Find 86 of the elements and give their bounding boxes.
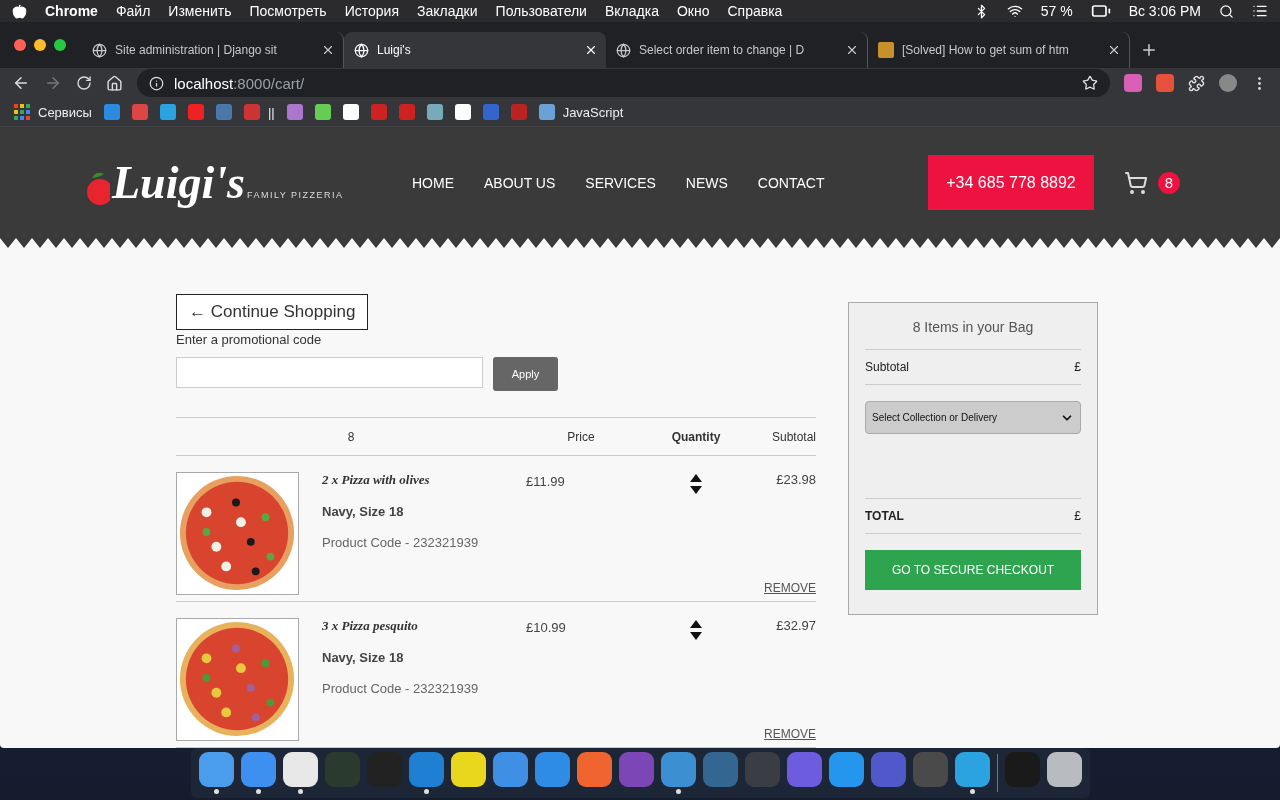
menu-item[interactable]: Вкладка	[604, 3, 659, 19]
subtotal-label: Subtotal	[865, 360, 910, 374]
column-header: Quantity	[670, 429, 722, 444]
bag-count-title: 8 Items in your Bag	[865, 319, 1081, 350]
app-icon[interactable]	[282, 752, 318, 787]
item-price: £10.99	[526, 620, 566, 635]
globe-icon	[616, 42, 631, 58]
bookmark-icon[interactable]	[454, 104, 471, 121]
quantity-stepper-icon[interactable]	[689, 472, 703, 496]
apple-logo-icon[interactable]	[12, 3, 27, 19]
apply-button[interactable]: Apply	[493, 357, 558, 391]
nav-link[interactable]: NEWS	[685, 174, 728, 191]
item-title: 3 x Pizza pesquito	[322, 618, 419, 634]
menu-item[interactable]: Пользователи	[495, 3, 587, 19]
extension-icon[interactable]	[1124, 74, 1142, 93]
column-header: Price	[566, 429, 596, 444]
menu-item[interactable]: Окно	[676, 3, 710, 19]
remove-link[interactable]: REMOVE	[764, 581, 816, 595]
quantity-stepper-icon[interactable]	[689, 618, 703, 642]
item-variant: Navy, Size 18	[322, 650, 405, 665]
app-menu[interactable]: Chrome	[45, 3, 98, 19]
zoom-window-button[interactable]	[54, 39, 66, 51]
subtotal-value: £	[1074, 360, 1081, 374]
new-tab-icon[interactable]	[1140, 41, 1158, 59]
menubar-clock[interactable]: Вс 3:06 PM	[1128, 3, 1201, 19]
menu-item[interactable]: Закладки	[416, 3, 478, 19]
extensions-icon[interactable]	[1188, 74, 1205, 92]
menu-item[interactable]: Файл	[115, 3, 151, 19]
favicon-icon	[878, 42, 894, 58]
app-icon[interactable]	[450, 752, 486, 787]
avatar-icon[interactable]	[1219, 74, 1237, 93]
total-value: £	[1074, 509, 1081, 523]
phone-button[interactable]: +34 685 778 8892	[928, 155, 1094, 210]
close-icon[interactable]	[845, 43, 859, 57]
app-icon[interactable]	[1046, 752, 1082, 787]
address-bar[interactable]: localhost:8000/cart/	[137, 69, 1110, 98]
battery-percentage: 57 %	[1040, 3, 1073, 19]
promo-code-field[interactable]	[176, 356, 483, 388]
globe-icon	[354, 42, 369, 58]
browser-tab[interactable]: Luigi's	[344, 32, 606, 68]
list-icon[interactable]	[1252, 3, 1268, 19]
item-title: 2 x Pizza with olives	[322, 472, 431, 488]
star-icon[interactable]	[1082, 75, 1098, 92]
info-icon[interactable]	[149, 75, 164, 91]
column-header: 8	[346, 429, 356, 444]
item-variant: Navy, Size 18	[322, 504, 405, 519]
nav-link[interactable]: ABOUT US	[484, 174, 556, 191]
menu-item[interactable]: Изменить	[168, 3, 232, 19]
apps-grid-icon	[14, 104, 30, 121]
nav-link[interactable]: SERVICES	[585, 174, 656, 191]
menu-item[interactable]: Посмотреть	[249, 3, 327, 19]
wifi-icon[interactable]	[1006, 3, 1023, 19]
bookmark[interactable]: JavaScript	[538, 104, 624, 121]
continue-shopping-button[interactable]: ← Continue Shopping	[176, 294, 369, 330]
total-label: TOTAL	[865, 509, 904, 523]
bookmark-icon[interactable]	[314, 104, 331, 121]
column-header: Subtotal	[770, 429, 816, 444]
search-icon[interactable]	[1219, 3, 1234, 19]
reload-icon[interactable]	[76, 75, 92, 92]
close-icon[interactable]	[1107, 43, 1121, 57]
menu-item[interactable]: Справка	[727, 3, 783, 19]
item-subtotal: £23.98	[776, 472, 816, 487]
bookmark-icon[interactable]	[342, 104, 359, 121]
extension-icon[interactable]	[1156, 74, 1174, 93]
minimize-window-button[interactable]	[34, 39, 46, 51]
logo[interactable]: Luigi's FAMILY PIZZERIA	[84, 159, 412, 206]
globe-icon	[92, 42, 107, 58]
nav-link[interactable]: HOME	[412, 174, 454, 191]
remove-link[interactable]: REMOVE	[764, 727, 816, 741]
delivery-select[interactable]: Select Collection or Delivery	[865, 401, 1081, 434]
close-icon[interactable]	[321, 43, 335, 57]
close-window-button[interactable]	[14, 39, 26, 51]
item-price: £11.99	[526, 474, 565, 489]
app-icon[interactable]	[198, 752, 234, 787]
home-icon[interactable]	[106, 74, 123, 92]
nav-link[interactable]: CONTACT	[757, 174, 825, 191]
cart-count: 8	[1158, 171, 1180, 194]
item-subtotal: £32.97	[776, 618, 816, 633]
product-code: Product Code - 232321939	[322, 535, 480, 550]
cart-icon[interactable]	[1124, 170, 1148, 195]
app-icon[interactable]	[954, 752, 990, 787]
menu-item[interactable]: История	[344, 3, 399, 19]
promo-label: Enter a promotional code	[176, 332, 323, 347]
product-code: Product Code - 232321939	[322, 681, 480, 696]
close-icon[interactable]	[584, 43, 598, 57]
bookmark[interactable]: Сервисы	[14, 104, 92, 121]
